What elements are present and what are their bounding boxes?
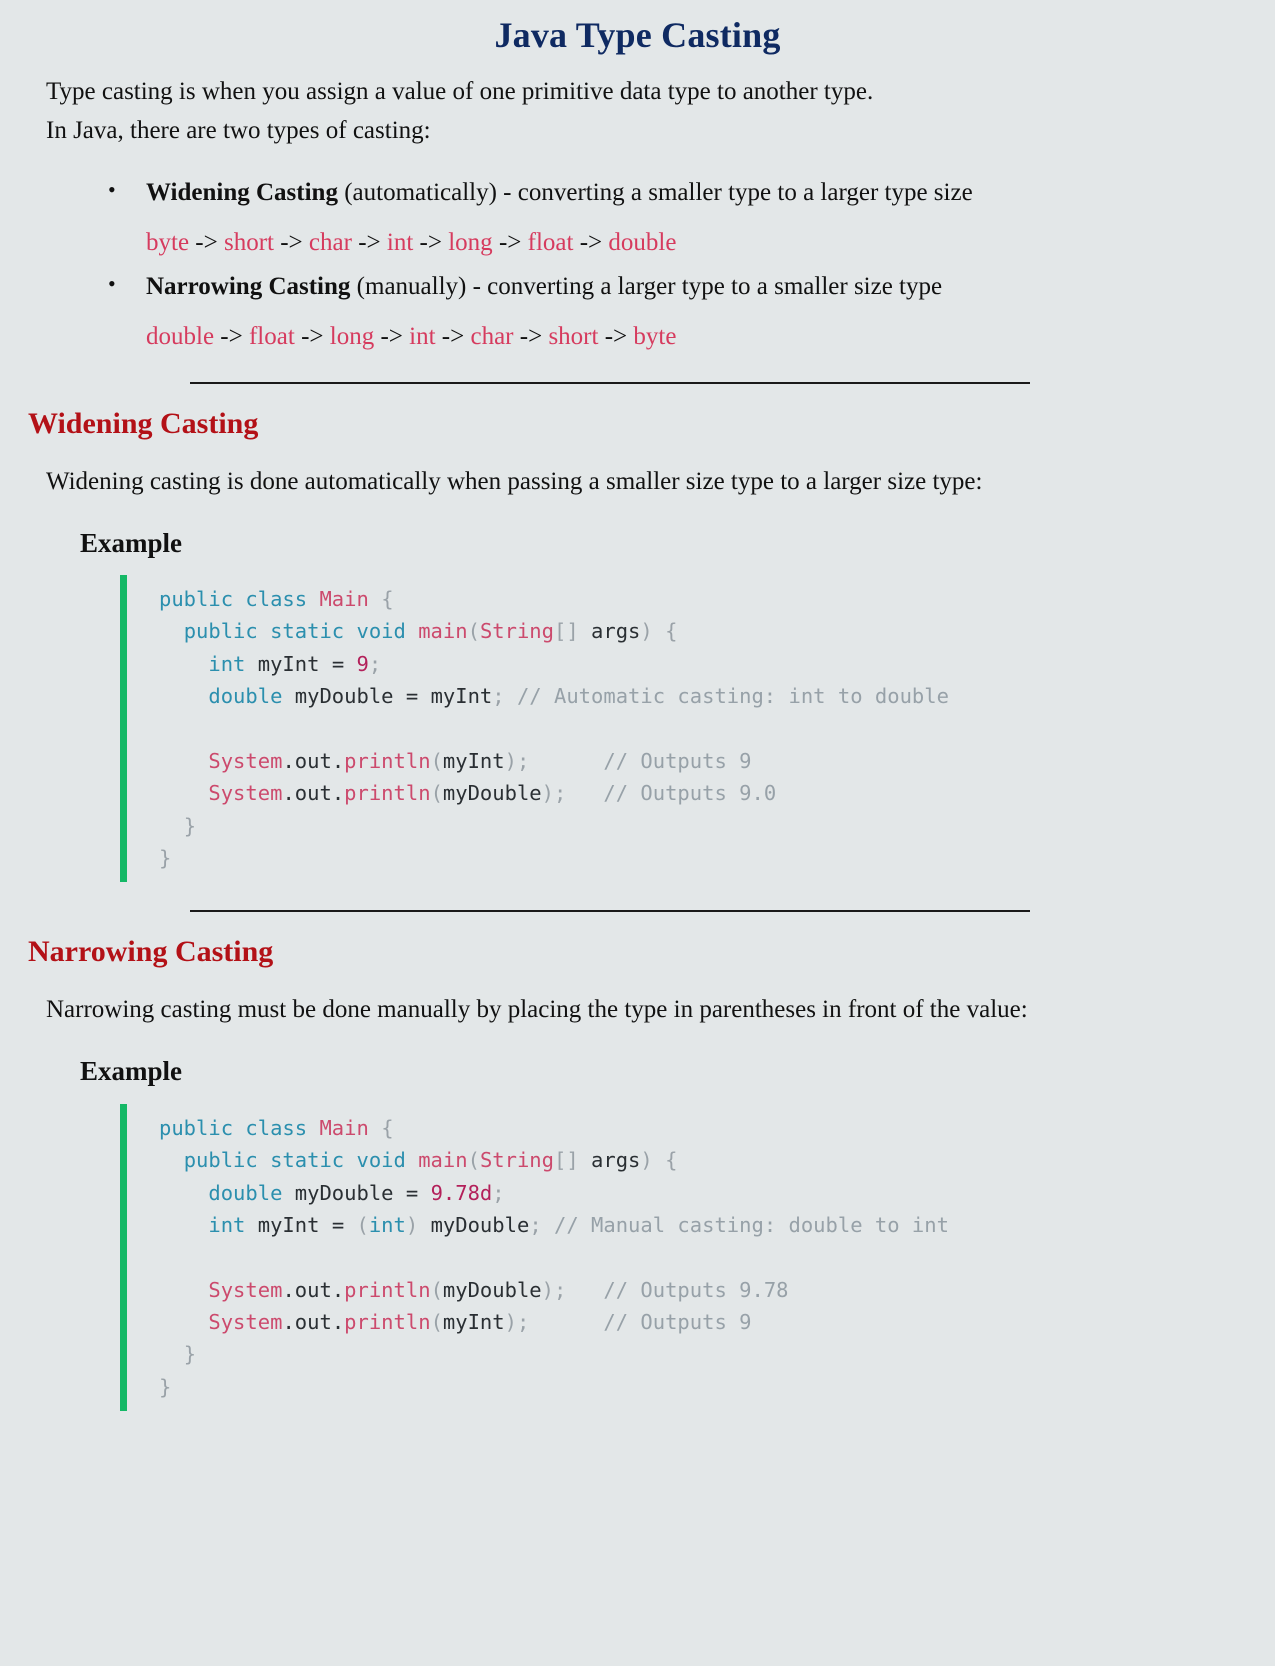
chain-arrow: -> — [220, 323, 243, 351]
document-page: Java Type Casting Type casting is when y… — [0, 15, 1275, 1666]
type-chain-widening: byte -> short -> char -> int -> long -> … — [146, 225, 1229, 261]
code-block-widening: public class Main { public static void m… — [120, 574, 1275, 883]
code-block-narrowing: public class Main { public static void m… — [120, 1103, 1275, 1412]
section-description-narrowing: Narrowing casting must be done manually … — [46, 996, 1028, 1024]
chain-arrow: -> — [380, 323, 403, 351]
page-title: Java Type Casting — [494, 15, 781, 55]
separator-wrapper-1 — [0, 381, 1275, 384]
chain-arrow: -> — [498, 228, 522, 256]
chain-type: long — [448, 228, 493, 256]
section-heading-widening: Widening Casting — [28, 406, 259, 440]
bullet-term-widening: Widening Casting — [146, 178, 338, 206]
section-divider — [190, 381, 1030, 384]
chain-type: short — [223, 228, 274, 256]
chain-type: long — [329, 323, 375, 351]
intro-block: Type casting is when you assign a value … — [0, 74, 1275, 356]
chain-type: float — [527, 228, 574, 256]
bullet-rest-narrowing: (manually) - converting a larger type to… — [350, 273, 943, 301]
chain-type: short — [548, 323, 599, 351]
chain-arrow: -> — [579, 228, 603, 256]
type-chain-narrowing: double -> float -> long -> int -> char -… — [146, 319, 1229, 355]
chain-arrow: -> — [358, 228, 381, 256]
list-item-narrowing: Narrowing Casting (manually) - convertin… — [46, 267, 1229, 356]
chain-arrow: -> — [195, 228, 218, 256]
list-item-widening: Widening Casting (automatically) - conve… — [46, 173, 1229, 262]
chain-type: int — [409, 323, 436, 351]
intro-line-2: In Java, there are two types of casting: — [46, 117, 431, 145]
chain-arrow: -> — [441, 323, 465, 351]
chain-type: char — [470, 323, 514, 351]
bullet-text-widening: Widening Casting (automatically) - conve… — [146, 175, 1229, 211]
chain-type: double — [146, 323, 215, 351]
chain-arrow: -> — [280, 228, 303, 256]
chain-type: int — [386, 228, 414, 256]
section-heading-narrowing: Narrowing Casting — [28, 935, 274, 969]
bullet-term-narrowing: Narrowing Casting — [146, 273, 351, 301]
chain-arrow: -> — [301, 323, 324, 351]
casting-types-list: Widening Casting (automatically) - conve… — [46, 173, 1229, 356]
section-divider — [190, 910, 1030, 913]
chain-type: double — [608, 228, 677, 256]
code-content-widening: public class Main { public static void m… — [159, 586, 949, 870]
bullet-rest-widening: (automatically) - converting a smaller t… — [337, 178, 973, 206]
code-content-narrowing: public class Main { public static void m… — [159, 1115, 949, 1399]
chain-type: byte — [146, 228, 190, 256]
example-label-narrowing: Example — [80, 1056, 183, 1087]
section-description-widening: Widening casting is done automatically w… — [46, 467, 983, 495]
chain-type: float — [248, 323, 295, 351]
chain-type: char — [308, 228, 352, 256]
chain-arrow: -> — [419, 228, 442, 256]
chain-arrow: -> — [519, 323, 543, 351]
example-label-widening: Example — [80, 527, 183, 558]
separator-wrapper-2 — [0, 910, 1275, 913]
chain-arrow: -> — [604, 323, 628, 351]
bullet-text-narrowing: Narrowing Casting (manually) - convertin… — [146, 269, 1229, 305]
chain-type: byte — [633, 323, 677, 351]
intro-line-1: Type casting is when you assign a value … — [46, 77, 874, 105]
